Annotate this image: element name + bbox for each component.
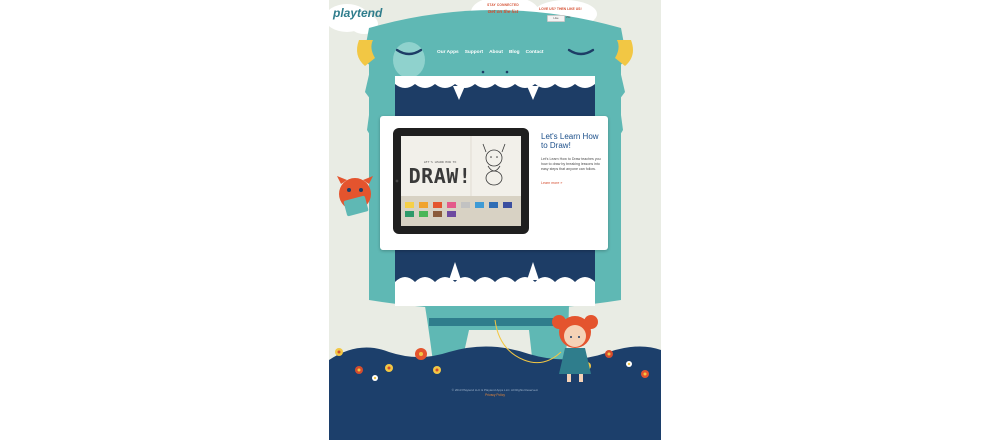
- like-count: 29k: [566, 15, 571, 19]
- app-title: Let's Learn How to Draw!: [541, 132, 599, 150]
- playtend-logo[interactable]: playtend: [333, 6, 382, 20]
- privacy-policy-link[interactable]: Privacy Policy: [329, 393, 661, 397]
- website-page: playtend STAY CONNECTED Get on the list …: [329, 0, 661, 440]
- nav-about[interactable]: About: [489, 50, 503, 55]
- nav-blog[interactable]: Blog: [509, 50, 520, 55]
- app-description: Let's Learn How to Draw teaches you how …: [541, 157, 601, 171]
- palette-swatch: [475, 202, 484, 208]
- footer-copyright: © 2013 Playtend LLC & Playtend Apps LLC.…: [451, 388, 539, 392]
- palette-swatch: [419, 202, 428, 208]
- ipad-illustration: [393, 128, 529, 234]
- nav-support[interactable]: Support: [465, 50, 483, 55]
- palette-swatch: [447, 202, 456, 208]
- promo-heading: STAY CONNECTED: [487, 3, 519, 7]
- palette-swatch: [489, 202, 498, 208]
- promo-link[interactable]: Get on the list: [477, 9, 529, 14]
- palette-swatch: [405, 211, 414, 217]
- social-heading: LOVE US? THEN LIKE US!: [539, 7, 582, 11]
- like-button[interactable]: Like: [547, 15, 565, 22]
- screen-draw-text: DRAW!: [408, 164, 472, 188]
- nav-contact[interactable]: Contact: [526, 50, 544, 55]
- palette-swatch: [433, 202, 442, 208]
- palette-swatch: [461, 202, 470, 208]
- nav-our-apps[interactable]: Our Apps: [437, 50, 459, 55]
- palette-swatch: [447, 211, 456, 217]
- palette-swatch: [419, 211, 428, 217]
- palette-swatch: [433, 211, 442, 217]
- learn-more-link[interactable]: Learn more »: [541, 181, 562, 186]
- palette-swatch: [405, 202, 414, 208]
- palette-swatch: [503, 202, 512, 208]
- main-nav: Our Apps Support About Blog Contact: [437, 50, 543, 55]
